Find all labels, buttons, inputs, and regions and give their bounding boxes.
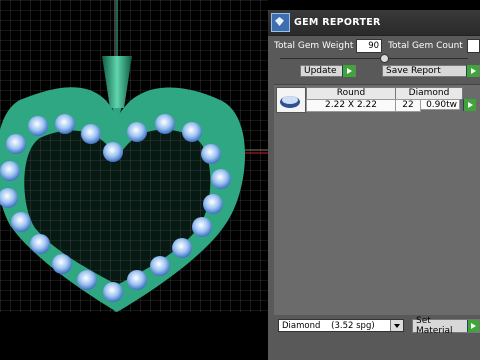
play-arrow-icon — [466, 320, 479, 332]
set-material-button[interactable]: Set Material — [412, 316, 480, 336]
save-report-button[interactable]: Save Report — [382, 65, 480, 77]
actions-row: Update Save Report — [300, 65, 480, 77]
3d-viewport[interactable] — [0, 0, 268, 312]
panel-titlebar[interactable]: GEM REPORTER — [268, 10, 480, 36]
gem-weight-cell[interactable]: 0.90tw — [420, 99, 460, 110]
gem-count-cell[interactable]: 22 — [395, 99, 421, 112]
total-gem-count-label: Total Gem Count — [388, 41, 463, 51]
play-arrow-icon — [466, 65, 479, 77]
total-gem-weight-label: Total Gem Weight — [274, 41, 354, 51]
update-button[interactable]: Update — [300, 65, 356, 77]
viewport-canvas[interactable] — [0, 0, 268, 312]
totals-row: Total Gem Weight 90 Total Gem Count — [274, 39, 480, 53]
play-arrow-icon — [342, 65, 355, 77]
row-go-arrow-icon[interactable] — [463, 99, 476, 111]
viewport-bottom-bar — [0, 312, 268, 360]
gem-list[interactable]: Round Diamond 2.22 X 2.22 22 0.90tw — [274, 84, 480, 315]
gem-size-cell[interactable]: 2.22 X 2.22 — [306, 99, 396, 112]
gem-reporter-panel: GEM REPORTER Total Gem Weight 90 Total G… — [268, 10, 480, 360]
chevron-down-icon[interactable] — [390, 320, 403, 331]
splitter-knob-icon[interactable] — [380, 54, 389, 63]
material-select[interactable]: Diamond (3.52 spg) — [278, 319, 404, 332]
gem-reporter-app-icon — [271, 13, 290, 32]
total-gem-weight-field[interactable]: 90 — [356, 39, 383, 53]
panel-title: GEM REPORTER — [294, 17, 381, 28]
splitter[interactable] — [268, 53, 480, 63]
gem-thumbnail-icon[interactable] — [276, 87, 306, 113]
total-gem-count-field[interactable] — [466, 39, 480, 53]
